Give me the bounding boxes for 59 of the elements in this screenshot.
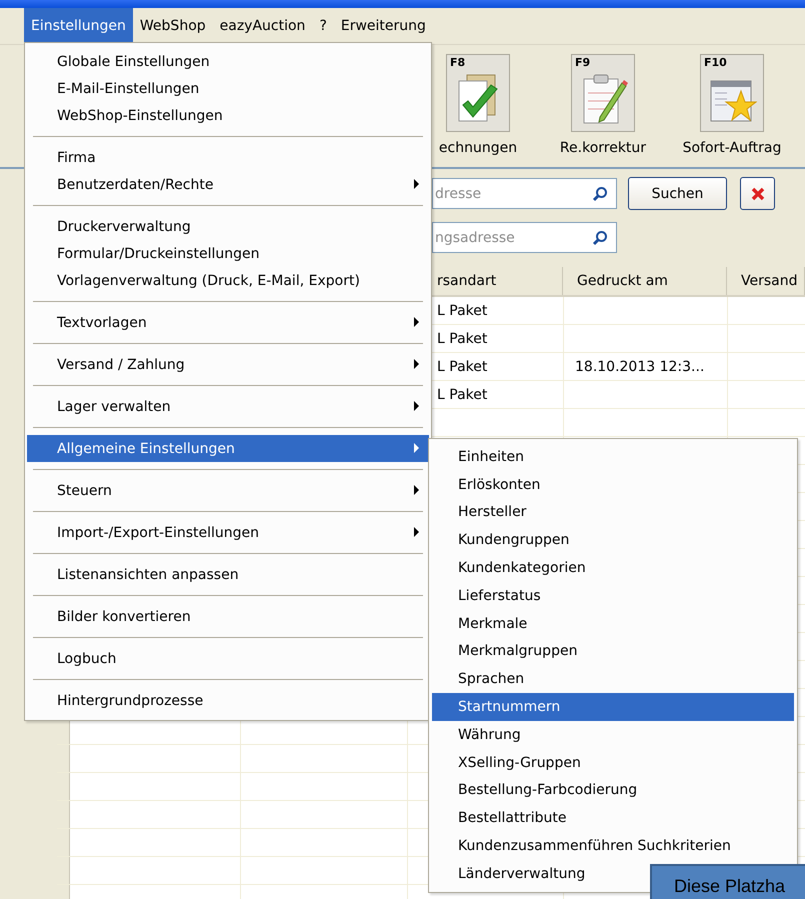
menu-item[interactable]: Kundengruppen bbox=[432, 526, 794, 554]
menu-item[interactable]: Merkmalgruppen bbox=[432, 638, 794, 666]
menu-item[interactable]: Logbuch bbox=[27, 645, 429, 672]
menu-item[interactable]: Sprachen bbox=[432, 665, 794, 694]
menu-item[interactable]: Kundenkategorien bbox=[432, 554, 794, 582]
search-icon bbox=[592, 230, 608, 246]
menu-item[interactable]: Versand / Zahlung bbox=[27, 351, 429, 378]
close-icon bbox=[750, 186, 764, 200]
menu-item[interactable]: Firma bbox=[27, 144, 429, 171]
menu-item[interactable]: E-Mail-Einstellungen bbox=[27, 75, 429, 102]
menu-item[interactable]: Hersteller bbox=[432, 498, 794, 526]
menu-item[interactable]: Kundenzusammenführen Suchkriterien bbox=[432, 832, 794, 860]
menu-bar-item[interactable]: ? bbox=[312, 8, 334, 44]
menu-item[interactable]: Startnummern bbox=[432, 693, 794, 721]
search-icon bbox=[592, 186, 608, 202]
menu-item[interactable]: Globale Einstellungen bbox=[27, 48, 429, 75]
table-cell: L Paket bbox=[437, 387, 488, 403]
key-label: F10 bbox=[704, 56, 727, 69]
toolbar-button[interactable]: F10 bbox=[700, 54, 764, 132]
table-cell: L Paket bbox=[437, 303, 488, 319]
clear-button[interactable] bbox=[740, 177, 775, 210]
menu-item[interactable]: Textvorlagen bbox=[27, 309, 429, 336]
menu-item[interactable]: Formular/Druckeinstellungen bbox=[27, 240, 429, 267]
menu-item[interactable]: Erlöskonten bbox=[432, 470, 794, 499]
menu-item[interactable]: Hintergrundprozesse bbox=[27, 687, 429, 714]
menu-item[interactable]: WebShop-Einstellungen bbox=[27, 102, 429, 129]
menu-item[interactable]: Steuern bbox=[27, 477, 429, 504]
column-header[interactable]: Gedruckt am bbox=[563, 267, 727, 295]
menu-bar-item[interactable]: Erweiterung bbox=[334, 8, 433, 44]
menu-item[interactable]: Währung bbox=[432, 720, 794, 749]
toolbar-button[interactable]: F8 bbox=[446, 54, 510, 132]
menu-item[interactable]: Bestellung-Farbcodierung bbox=[432, 776, 794, 804]
menu-item[interactable]: Merkmale bbox=[432, 610, 794, 638]
menu-item[interactable]: Allgemeine Einstellungen bbox=[27, 435, 429, 462]
placeholder-tooltip: Diese Platzha bbox=[650, 864, 805, 899]
menu-item[interactable]: Einheiten bbox=[432, 443, 794, 471]
key-label: F8 bbox=[450, 56, 466, 69]
menu-item[interactable]: Bilder konvertieren bbox=[27, 603, 429, 630]
table-cell: L Paket bbox=[437, 331, 488, 347]
menu-item[interactable]: Benutzerdaten/Rechte bbox=[27, 171, 429, 198]
toolbar-label: Sofort-Auftrag bbox=[682, 140, 782, 156]
toolbar-button[interactable]: F9 bbox=[571, 54, 635, 132]
menu-item[interactable]: Lager verwalten bbox=[27, 393, 429, 420]
menu-item[interactable]: Listenansichten anpassen bbox=[27, 561, 429, 588]
menu-bar-item[interactable]: eazyAuction bbox=[212, 8, 312, 44]
table-cell: L Paket bbox=[437, 359, 488, 375]
toolbar-label: Re.korrektur bbox=[560, 140, 646, 156]
menu-bar-item[interactable]: Einstellungen bbox=[24, 8, 133, 44]
menu-bar-item[interactable]: WebShop bbox=[132, 8, 213, 44]
menu-item[interactable]: Import-/Export-Einstellungen bbox=[27, 519, 429, 546]
menu-item[interactable]: Lieferstatus bbox=[432, 582, 794, 610]
toolbar-label: echnungen bbox=[438, 140, 518, 156]
menu-item[interactable]: XSelling-Gruppen bbox=[432, 748, 794, 777]
menu-item[interactable]: Druckerverwaltung bbox=[27, 213, 429, 240]
column-header[interactable]: Versand bbox=[727, 267, 805, 295]
search-button[interactable]: Suchen bbox=[628, 177, 727, 210]
table-cell: 18.10.2013 12:3... bbox=[575, 359, 704, 375]
key-label: F9 bbox=[575, 56, 590, 69]
menu-item[interactable]: Bestellattribute bbox=[432, 804, 794, 832]
